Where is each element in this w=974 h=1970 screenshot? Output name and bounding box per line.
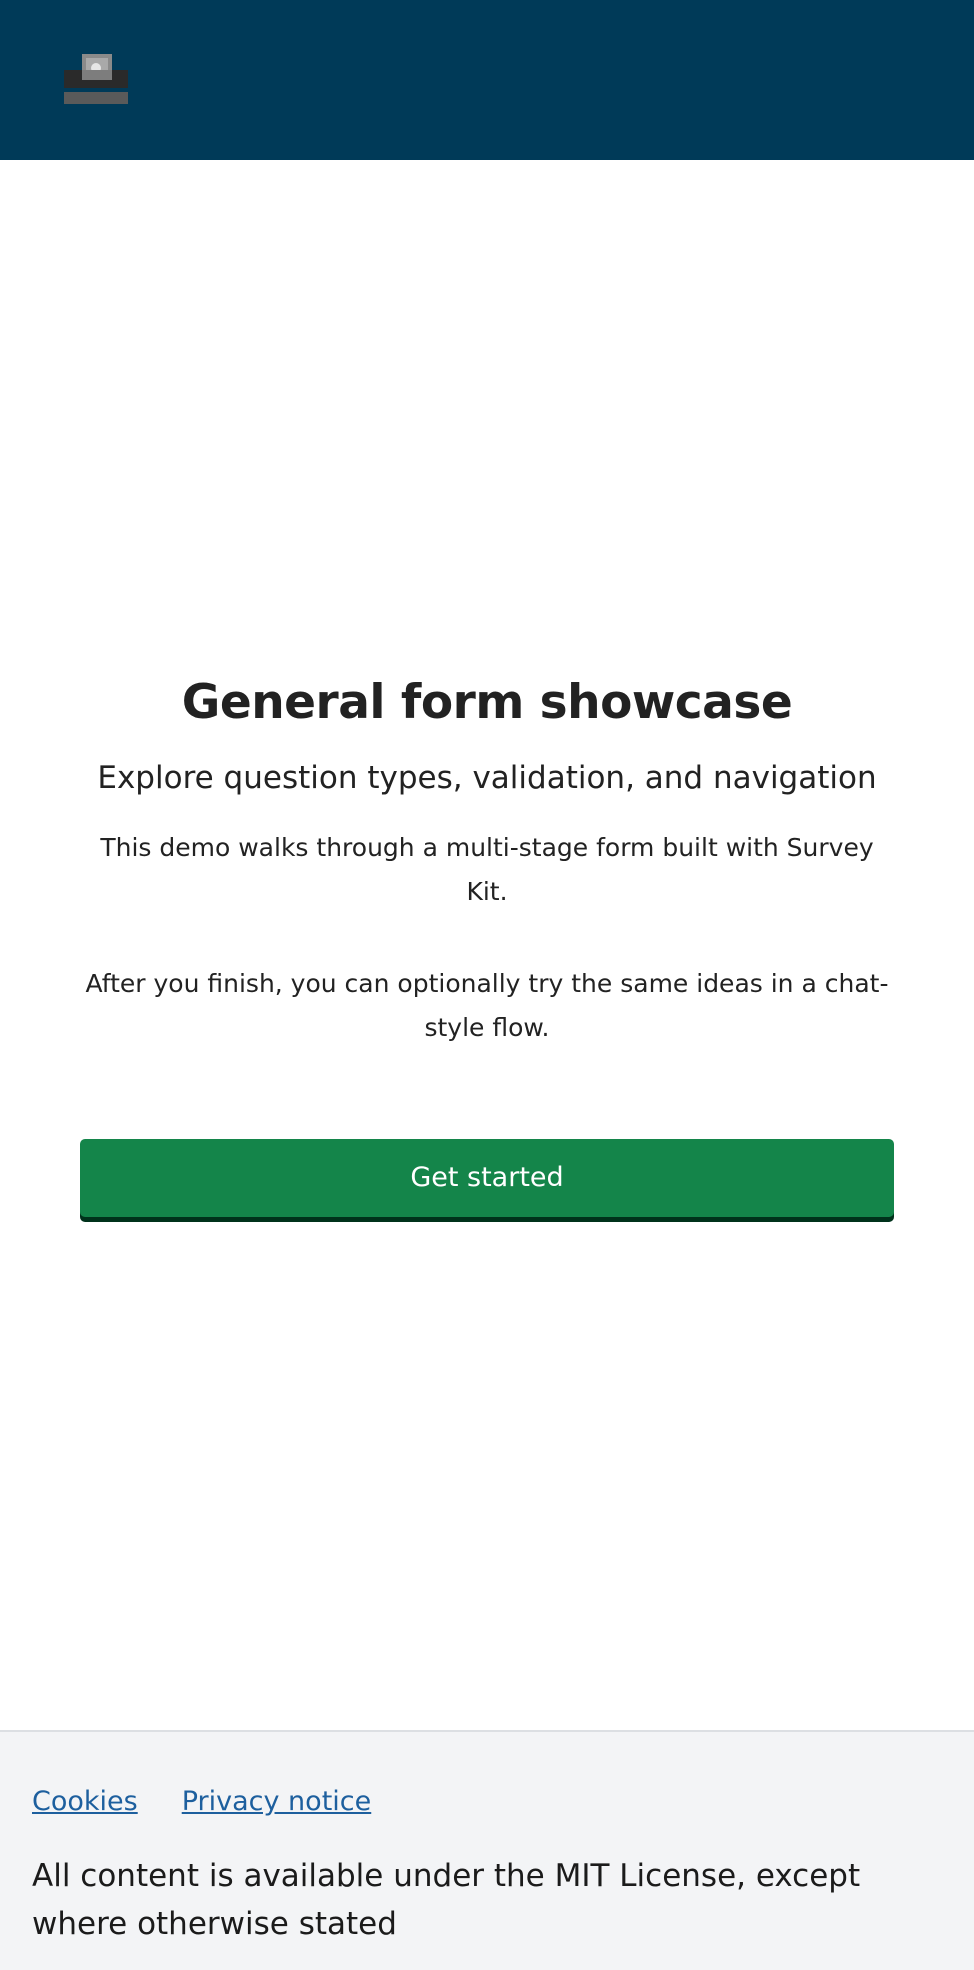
intro-section: General form showcase Explore question t… [0, 668, 974, 1050]
get-started-button[interactable]: Get started [80, 1139, 894, 1217]
page: General form showcase Explore question t… [0, 0, 974, 1970]
intro-paragraph: This demo walks through a multi-stage fo… [100, 833, 874, 906]
page-subtitle: Explore question types, validation, and … [97, 760, 877, 796]
cookies-link[interactable]: Cookies [32, 1786, 138, 1817]
site-footer: Cookies Privacy notice All content is ava… [0, 1730, 974, 1970]
ballot-box-icon [64, 54, 128, 104]
intro-paragraph: After you finish, you can optionally try… [85, 969, 889, 1042]
site-header [0, 0, 974, 160]
logo-link[interactable] [64, 54, 128, 106]
page-title: General form showcase [181, 675, 793, 730]
license-text: All content is available under the MIT L… [32, 1858, 861, 1942]
intro-description: This demo walks through a multi-stage fo… [77, 826, 897, 1050]
footer-links: Cookies Privacy notice [32, 1782, 415, 1822]
privacy-notice-link[interactable]: Privacy notice [182, 1786, 372, 1817]
